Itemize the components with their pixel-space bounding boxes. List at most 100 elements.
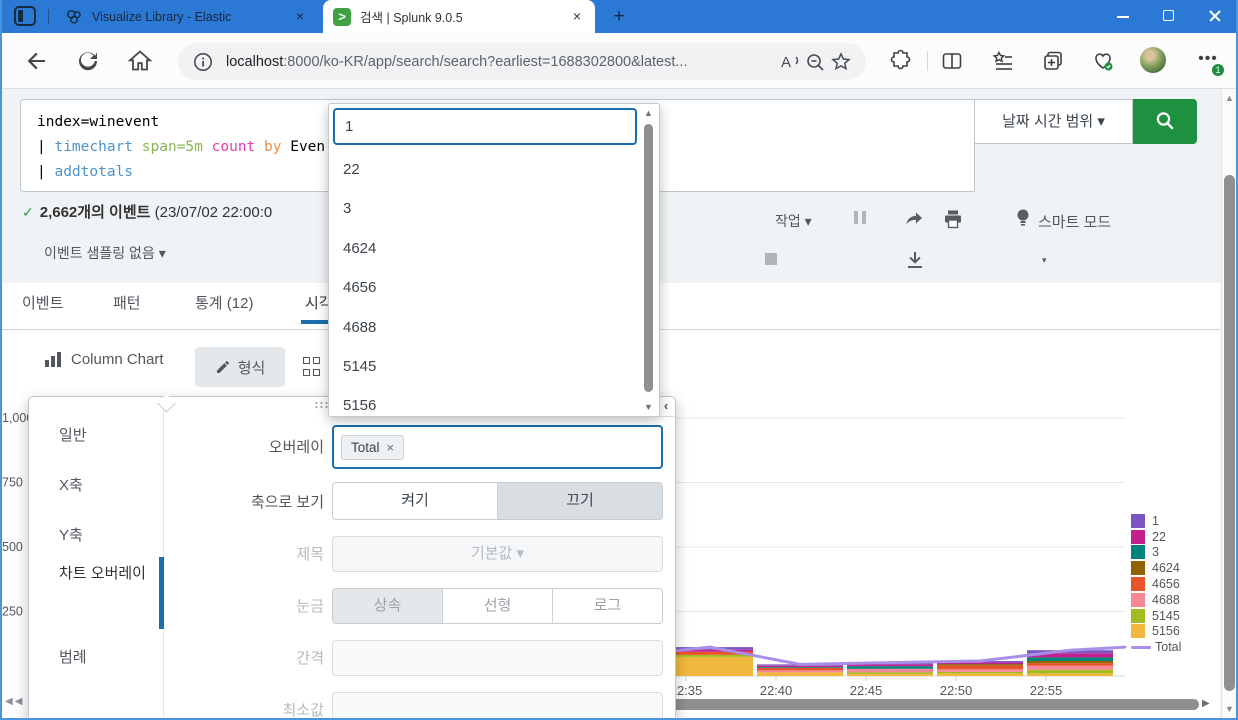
legend-item-22[interactable]: 22 <box>1131 529 1217 545</box>
scroll-down-icon[interactable]: ▼ <box>1225 704 1234 714</box>
view-as-axis-option[interactable]: 끄기 <box>497 483 662 519</box>
dropdown-option-5156[interactable]: 5156 <box>329 387 637 425</box>
pause-icon[interactable] <box>852 211 868 227</box>
tab-actions-icon[interactable] <box>14 6 36 26</box>
scale-option[interactable]: 로그 <box>552 589 662 623</box>
scrollbar-thumb[interactable] <box>644 124 653 392</box>
bar-segment-4656[interactable] <box>1027 663 1113 666</box>
smart-mode-caret-icon[interactable]: ▾ <box>1042 255 1236 266</box>
scroll-up-icon[interactable]: ▲ <box>644 108 653 118</box>
legend-item-3[interactable]: 3 <box>1131 545 1217 561</box>
legend-item-5145[interactable]: 5145 <box>1131 608 1217 624</box>
scroll-up-icon[interactable]: ▲ <box>1225 93 1234 103</box>
legend-item-4624[interactable]: 4624 <box>1131 560 1217 576</box>
legend-item-1[interactable]: 1 <box>1131 513 1217 529</box>
legend-item-Total[interactable]: Total <box>1131 639 1217 655</box>
extensions-icon[interactable] <box>888 48 914 74</box>
scroll-down-icon[interactable]: ▼ <box>644 402 653 412</box>
dropdown-option-4624[interactable]: 4624 <box>329 230 637 268</box>
bar-segment-4624[interactable] <box>937 664 1023 666</box>
bar-segment-4656[interactable] <box>937 665 1023 670</box>
overlay-multiselect[interactable]: Total × <box>332 425 663 469</box>
bar-segment-5156[interactable] <box>937 673 1023 676</box>
favorites-list-icon[interactable] <box>990 48 1016 74</box>
refresh-icon[interactable] <box>74 47 102 75</box>
legend-item-4656[interactable]: 4656 <box>1131 576 1217 592</box>
legend-item-4688[interactable]: 4688 <box>1131 592 1217 608</box>
title-default-dropdown[interactable]: 기본값 ▾ <box>332 536 663 572</box>
interval-input[interactable] <box>332 640 663 676</box>
bar-segment-4688[interactable] <box>847 668 933 673</box>
minimize-button[interactable] <box>1100 0 1146 33</box>
dropdown-scrollbar[interactable]: ▲ ▼ <box>641 106 657 414</box>
dropdown-option-1[interactable]: 1 <box>333 108 637 145</box>
view-as-axis-option[interactable]: 켜기 <box>333 483 497 519</box>
zoom-icon[interactable] <box>802 49 828 75</box>
share-icon[interactable] <box>903 208 925 230</box>
print-icon[interactable] <box>942 208 964 230</box>
address-bar[interactable]: localhost:8000/ko-KR/app/search/search?e… <box>178 43 866 80</box>
tab-patterns[interactable]: 패턴 <box>113 292 141 313</box>
dropdown-option-22[interactable]: 22 <box>329 151 637 189</box>
page-scrollbar[interactable]: ▲ ▼ <box>1221 89 1236 718</box>
tag-remove-icon[interactable]: × <box>387 440 395 455</box>
event-sampling-menu[interactable]: 이벤트 샘플링 없음 ▾ <box>44 243 166 263</box>
browser-essentials-icon[interactable] <box>1090 48 1116 74</box>
bar-segment-5145[interactable] <box>937 671 1023 674</box>
bar-segment-5156[interactable] <box>1027 673 1113 676</box>
format-button[interactable]: 형식 <box>195 347 285 387</box>
tab-events[interactable]: 이벤트 <box>22 292 63 313</box>
page-scrollbar-thumb[interactable] <box>1224 175 1235 691</box>
back-icon[interactable] <box>22 47 50 75</box>
bar-segment-4656[interactable] <box>757 667 843 671</box>
bar-segment-5156[interactable] <box>847 673 933 676</box>
tab-close-icon[interactable]: × <box>569 8 585 25</box>
bar-segment-5145[interactable] <box>847 672 933 674</box>
job-menu[interactable]: 작업 ▾ <box>775 211 812 231</box>
format-menu-4[interactable]: 차트 오버레이 <box>29 563 149 585</box>
export-icon[interactable] <box>904 249 926 271</box>
bar-segment-4688[interactable] <box>937 669 1023 672</box>
favorite-star-icon[interactable] <box>828 49 854 75</box>
bar-segment-4688[interactable] <box>1027 665 1113 670</box>
close-button[interactable] <box>1192 0 1236 33</box>
legend-item-5156[interactable]: 5156 <box>1131 624 1217 640</box>
chart-type-button[interactable]: Column Chart <box>45 351 164 368</box>
dropdown-option-3[interactable]: 3 <box>329 190 637 228</box>
scale-option[interactable]: 선형 <box>442 589 552 623</box>
tab-close-icon[interactable]: × <box>292 8 308 25</box>
time-range-picker[interactable]: 날짜 시간 범위 ▾ <box>975 99 1133 144</box>
smart-mode-menu[interactable]: 스마트 모드 <box>1038 211 1111 232</box>
profile-avatar[interactable] <box>1140 47 1166 73</box>
dropdown-option-4688[interactable]: 4688 <box>329 309 637 347</box>
min-value-input[interactable] <box>332 692 663 718</box>
bar-segment-4688[interactable] <box>757 670 843 673</box>
site-info-icon[interactable] <box>190 49 216 75</box>
split-screen-icon[interactable] <box>939 48 965 74</box>
bar-segment-3[interactable] <box>757 666 843 668</box>
bar-segment-5145[interactable] <box>667 654 753 657</box>
bar-segment-5156[interactable] <box>757 672 843 676</box>
new-tab-button[interactable]: + <box>607 5 631 29</box>
bar-segment-3[interactable] <box>847 666 933 669</box>
overlay-tag-total[interactable]: Total × <box>341 434 405 460</box>
maximize-button[interactable] <box>1146 0 1192 33</box>
scale-option[interactable]: 상속 <box>333 589 442 623</box>
browser-tab-elastic[interactable]: Visualize Library - Elastic × <box>55 0 318 33</box>
chart-pan-left-icon[interactable]: ◀◀ <box>5 696 24 707</box>
tab-statistics[interactable]: 통계 (12) <box>195 292 253 313</box>
url-text[interactable]: localhost:8000/ko-KR/app/search/search?e… <box>226 54 776 70</box>
bar-segment-4624[interactable] <box>1027 661 1113 664</box>
stop-icon[interactable] <box>765 253 777 265</box>
bar-segment-5145[interactable] <box>1027 669 1113 674</box>
search-button[interactable] <box>1133 99 1197 144</box>
browser-tab-splunk[interactable]: > 검색 | Splunk 9.0.5 × <box>323 0 595 33</box>
more-menu-icon[interactable]: ••• 1 <box>1194 47 1224 76</box>
dropdown-option-5145[interactable]: 5145 <box>329 348 637 386</box>
read-aloud-icon[interactable]: A <box>776 49 802 75</box>
bar-segment-5156[interactable] <box>667 656 753 676</box>
bar-segment-3[interactable] <box>1027 657 1113 662</box>
home-icon[interactable] <box>126 47 154 75</box>
chart-scroll-right-icon[interactable]: ▶ <box>1202 698 1210 709</box>
collections-icon[interactable] <box>1040 48 1066 74</box>
